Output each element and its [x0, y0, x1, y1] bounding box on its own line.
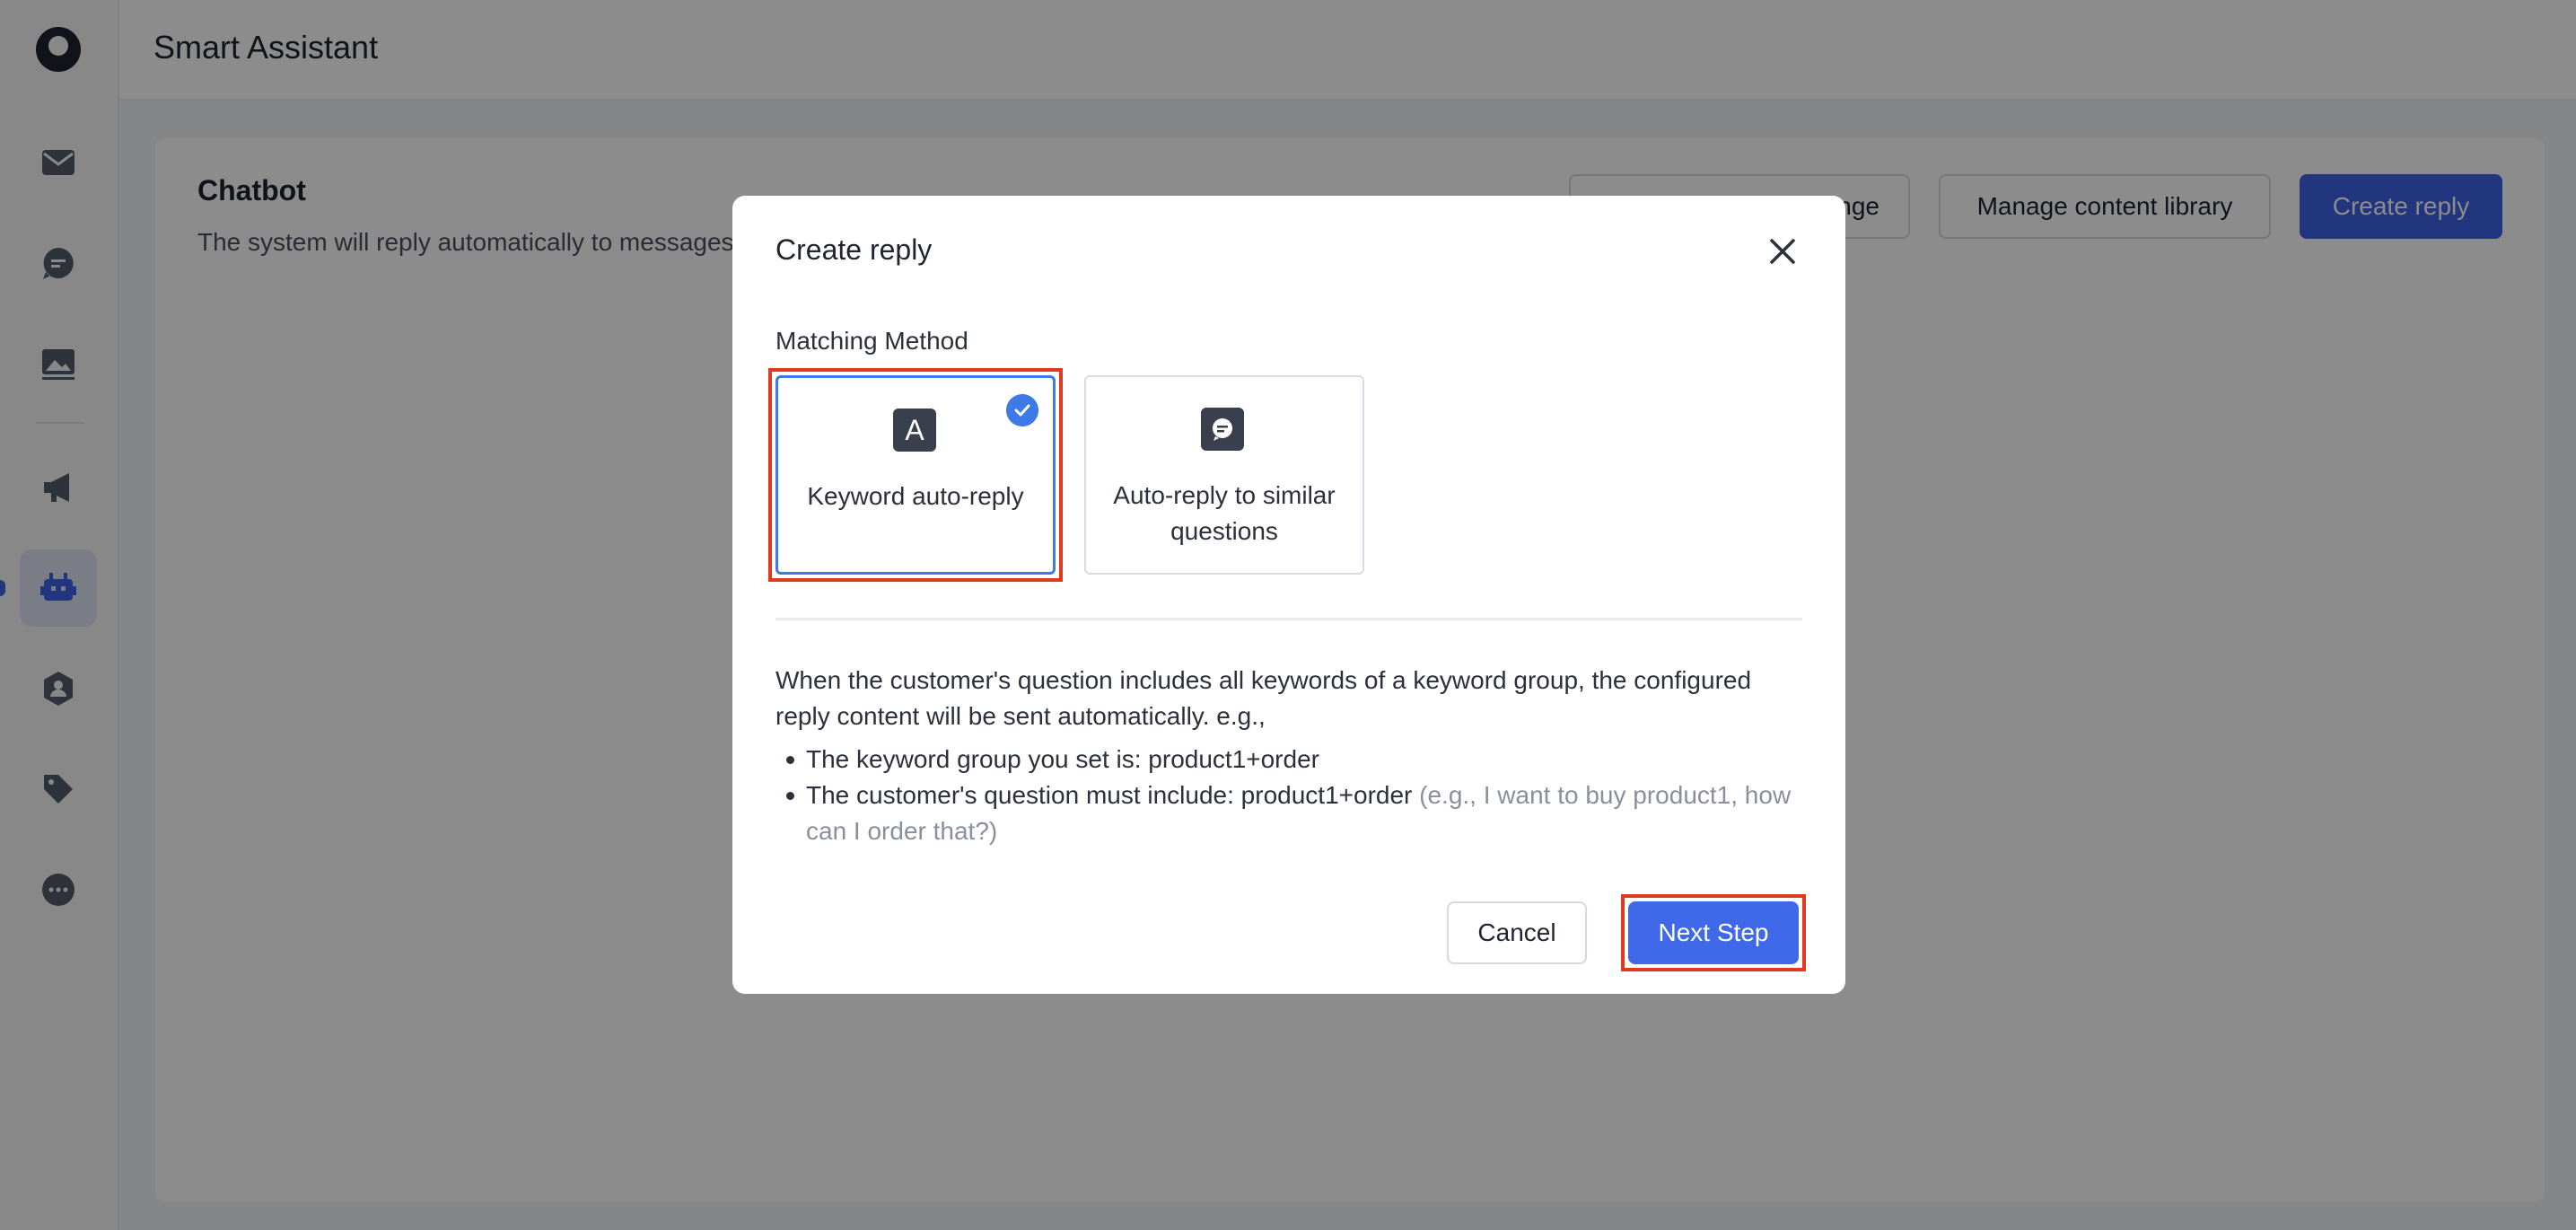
cancel-button[interactable]: Cancel [1447, 901, 1587, 964]
bullet-text: The customer's question must include: pr… [806, 781, 1420, 809]
highlight-box-next-step [1621, 894, 1806, 971]
method-description: When the customer's question includes al… [775, 666, 1752, 730]
list-item: The customer's question must include: pr… [775, 778, 1808, 849]
list-item: The keyword group you set is: product1+o… [775, 742, 1808, 778]
chat-bubble-icon [1201, 408, 1244, 451]
close-icon[interactable] [1765, 233, 1801, 269]
bullet-text: The keyword group you set is: product1+o… [806, 745, 1319, 773]
cancel-label: Cancel [1477, 918, 1556, 946]
example-list: The keyword group you set is: product1+o… [775, 742, 1808, 849]
divider [775, 618, 1802, 620]
dialog-title: Create reply [775, 233, 933, 266]
matching-method-label: Matching Method [775, 327, 968, 355]
create-reply-dialog: Create reply Matching Method A Keyword a… [732, 196, 1845, 994]
highlight-box-keyword-option [768, 368, 1063, 582]
option-label: Auto-reply to similar questions [1113, 481, 1336, 545]
option-similar-questions[interactable]: Auto-reply to similar questions [1084, 375, 1364, 575]
